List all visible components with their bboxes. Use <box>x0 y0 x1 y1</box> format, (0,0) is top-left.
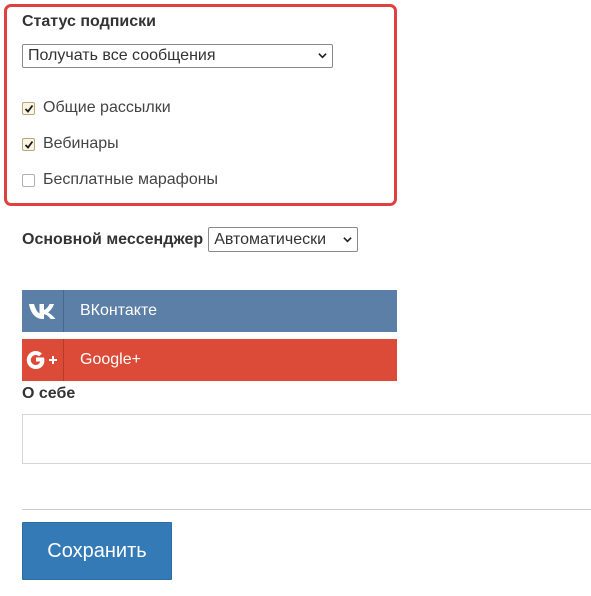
subscription-status-select[interactable]: Получать все сообщения <box>22 44 333 68</box>
google-plus-login-button[interactable]: Google+ <box>22 339 397 381</box>
checkbox-webinars[interactable] <box>22 137 35 151</box>
checkbox-general-mailings[interactable] <box>22 101 35 115</box>
vk-login-label: ВКонтакте <box>80 302 157 319</box>
form-divider <box>22 509 591 510</box>
chevron-down-icon <box>343 237 352 243</box>
about-textarea[interactable] <box>22 414 591 464</box>
subscription-status-select-value: Получать все сообщения <box>28 47 216 64</box>
messenger-select[interactable]: Автоматически <box>208 227 359 252</box>
checkbox-row-general-mailings[interactable]: Общие рассылки <box>22 98 171 118</box>
messenger-select-value: Автоматически <box>214 231 327 248</box>
vk-icon-cell <box>22 290 64 332</box>
subscription-status-title: Статус подписки <box>22 13 156 30</box>
about-label: О себе <box>22 385 76 402</box>
messenger-label: Основной мессенджер <box>22 230 204 248</box>
google-plus-icon <box>26 351 57 369</box>
google-plus-icon-cell <box>22 339 64 381</box>
checkbox-label-free-marathons: Бесплатные марафоны <box>43 171 219 188</box>
checkmark-icon <box>24 140 34 149</box>
checkmark-icon <box>24 104 34 113</box>
checkbox-label-general-mailings: Общие рассылки <box>43 99 171 116</box>
vk-login-button[interactable]: ВКонтакте <box>22 290 397 332</box>
checkbox-row-free-marathons[interactable]: Бесплатные марафоны <box>22 170 218 190</box>
checkbox-label-webinars: Вебинары <box>43 135 119 152</box>
checkbox-free-marathons[interactable] <box>22 173 35 187</box>
google-plus-login-label: Google+ <box>80 351 141 368</box>
checkbox-row-webinars[interactable]: Вебинары <box>22 134 119 154</box>
save-button[interactable]: Сохранить <box>22 522 172 580</box>
chevron-down-icon <box>318 53 327 59</box>
messenger-row: Основной мессенджер Автоматически <box>22 227 359 252</box>
vk-icon <box>28 304 55 319</box>
